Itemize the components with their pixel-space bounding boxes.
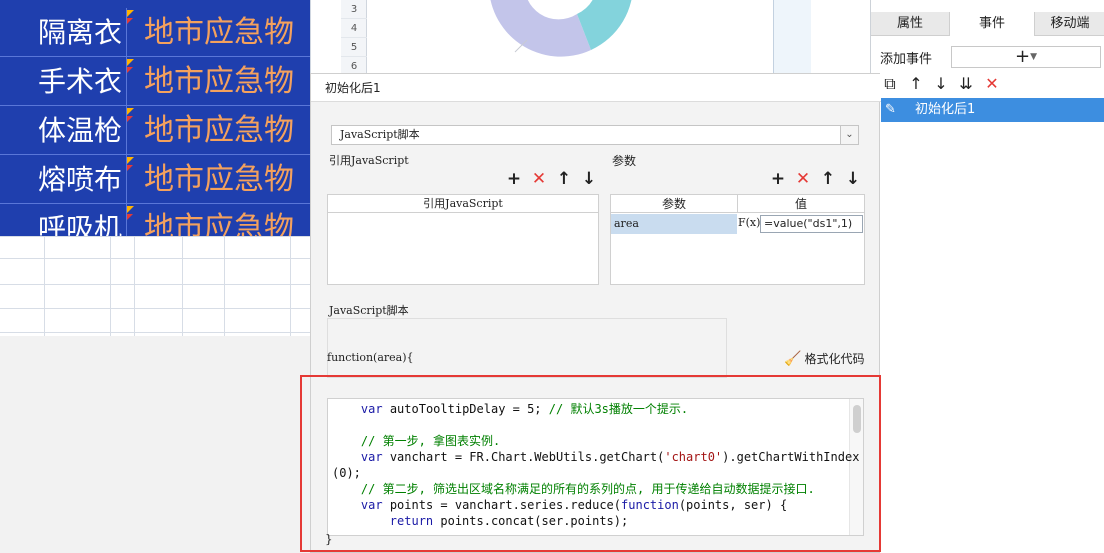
cell-marker-icon	[127, 108, 134, 115]
item-source-cell: 地市应急物	[144, 15, 294, 50]
ref-js-table[interactable]: 引用JavaScript	[327, 194, 599, 285]
chart-preview: 3 4 5 6	[310, 0, 870, 76]
cell-marker-icon	[127, 206, 134, 213]
event-dialog: 初始化后1 JavaScript脚本 ⌄ 引用JavaScript 参数 + ✕…	[310, 73, 881, 553]
table-row[interactable]: area F(x) =value("ds1",1)	[611, 214, 864, 234]
formula-icon[interactable]: F(x)	[738, 214, 760, 234]
arrow-down-icon[interactable]: ↓	[844, 170, 862, 188]
param-name-header: 参数	[611, 195, 738, 213]
chevron-down-icon: ▼	[1030, 52, 1037, 62]
delete-icon[interactable]: ✕	[794, 170, 812, 188]
add-event-row: 添加事件 +▼	[871, 44, 1104, 70]
arrow-down-icon[interactable]: ↓	[932, 74, 950, 94]
designer-window: 隔离衣 地市应急物 手术衣 地市应急物 体温枪 地市应急物 熔喷布 地市应急物 呼吸机 地市应急物…	[0, 0, 1104, 553]
delete-icon[interactable]: ✕	[530, 170, 548, 188]
item-name-cell: 手术衣	[0, 57, 127, 106]
item-name-cell: 体温枪	[0, 106, 127, 155]
item-source-cell: 地市应急物	[144, 211, 294, 236]
plus-icon: +	[1014, 46, 1031, 67]
pencil-icon: ✎	[885, 102, 896, 117]
params-label: 参数	[612, 154, 637, 168]
arrow-down-icon[interactable]: ↓	[580, 170, 598, 188]
script-type-select[interactable]: JavaScript脚本 ⌄	[331, 125, 859, 145]
dialog-title: 初始化后1	[311, 74, 881, 102]
code-line: (0);	[332, 466, 361, 480]
table-row: 手术衣 地市应急物	[0, 57, 310, 106]
row-header: 3 4 5 6	[341, 0, 367, 76]
table-row: 熔喷布 地市应急物	[0, 155, 310, 204]
code-scrollbar[interactable]	[849, 399, 863, 535]
delete-icon[interactable]: ✕	[983, 74, 1001, 94]
script-type-value: JavaScript脚本	[340, 128, 420, 141]
add-event-dropdown[interactable]: +▼	[951, 46, 1101, 68]
item-source-cell: 地市应急物	[144, 162, 294, 197]
report-preview: 隔离衣 地市应急物 手术衣 地市应急物 体温枪 地市应急物 熔喷布 地市应急物 呼吸机 地市应急物	[0, 0, 310, 553]
tab-events[interactable]: 事件	[949, 12, 1035, 36]
tab-mobile[interactable]: 移动端	[1035, 12, 1104, 36]
ref-js-label: 引用JavaScript	[329, 154, 409, 167]
add-event-label: 添加事件	[880, 52, 933, 67]
script-label: JavaScript脚本	[329, 304, 409, 317]
row-number: 4	[341, 19, 367, 38]
add-icon[interactable]: +	[505, 170, 523, 188]
table-row: 隔离衣 地市应急物	[0, 8, 310, 57]
cell-marker-icon	[127, 165, 133, 171]
arrow-up-icon[interactable]: ↑	[555, 170, 573, 188]
function-signature: function(area){	[327, 351, 414, 364]
cell-marker-icon	[127, 116, 133, 122]
param-value-header: 值	[738, 195, 864, 213]
add-icon[interactable]: +	[769, 170, 787, 188]
donut-slice	[490, 0, 591, 57]
item-name-cell: 隔离衣	[0, 8, 127, 57]
brush-icon: 🧹	[784, 351, 802, 367]
item-name-cell: 呼吸机	[0, 204, 127, 236]
item-source-cell: 地市应急物	[144, 64, 294, 99]
table-row: 体温枪 地市应急物	[0, 106, 310, 155]
table-row: 呼吸机 地市应急物	[0, 204, 310, 236]
code-line: var vanchart = FR.Chart.WebUtils.getChar…	[360, 450, 860, 464]
ref-js-column-header: 引用JavaScript	[328, 195, 598, 213]
event-list-item[interactable]: ✎ 初始化后1	[881, 98, 1104, 122]
report-table: 隔离衣 地市应急物 手术衣 地市应急物 体温枪 地市应急物 熔喷布 地市应急物 呼吸机 地市应急物	[0, 0, 310, 236]
sort-icon[interactable]: ⇊	[957, 74, 975, 94]
cell-marker-icon	[127, 214, 133, 220]
cell-marker-icon	[127, 10, 134, 17]
code-line: var autoTooltipDelay = 5; // 默认3s播放一个提示.	[360, 402, 689, 416]
cell-marker-icon	[127, 59, 134, 66]
properties-panel: 属性 事件 移动端 添加事件 +▼ ⧉ ↑ ↓ ⇊ ✕ ✎ 初始化后1	[870, 0, 1104, 553]
event-item-label: 初始化后1	[915, 102, 976, 117]
cell-marker-icon	[127, 67, 133, 73]
params-table[interactable]: 参数 值 area F(x) =value("ds1",1)	[610, 194, 865, 285]
donut-chart	[490, 0, 632, 57]
code-line: // 第一步, 拿图表实例.	[360, 434, 501, 448]
row-number: 3	[341, 0, 367, 19]
cell-marker-icon	[127, 157, 134, 164]
item-name-cell: 熔喷布	[0, 155, 127, 204]
param-value-field[interactable]: =value("ds1",1)	[760, 215, 863, 233]
empty-grid	[0, 236, 310, 336]
item-source-cell: 地市应急物	[144, 113, 294, 148]
tab-properties[interactable]: 属性	[871, 12, 949, 36]
function-close: }	[325, 532, 333, 546]
code-editor[interactable]: var autoTooltipDelay = 5; // 默认3s播放一个提示.…	[327, 398, 864, 536]
format-code-label: 格式化代码	[804, 352, 865, 366]
code-line: return points.concat(ser.points);	[389, 514, 629, 528]
panel-tabs: 属性 事件 移动端	[871, 12, 1104, 36]
code-line: // 第二步, 筛选出区域名称满足的所有的系列的点, 用于传递给自动数据提示接口…	[360, 482, 815, 496]
cell-marker-icon	[127, 18, 133, 24]
format-code-button[interactable]: 🧹 格式化代码	[784, 350, 864, 367]
copy-icon[interactable]: ⧉	[881, 74, 899, 94]
arrow-up-icon[interactable]: ↑	[907, 74, 925, 94]
row-number: 5	[341, 38, 367, 57]
grid-strip	[773, 0, 811, 75]
scrollbar-thumb[interactable]	[853, 405, 861, 433]
script-editor-area	[327, 318, 727, 378]
chevron-down-icon[interactable]: ⌄	[840, 126, 858, 144]
code-line: var points = vanchart.series.reduce(func…	[360, 498, 788, 512]
param-name-cell[interactable]: area	[611, 214, 737, 234]
arrow-up-icon[interactable]: ↑	[819, 170, 837, 188]
